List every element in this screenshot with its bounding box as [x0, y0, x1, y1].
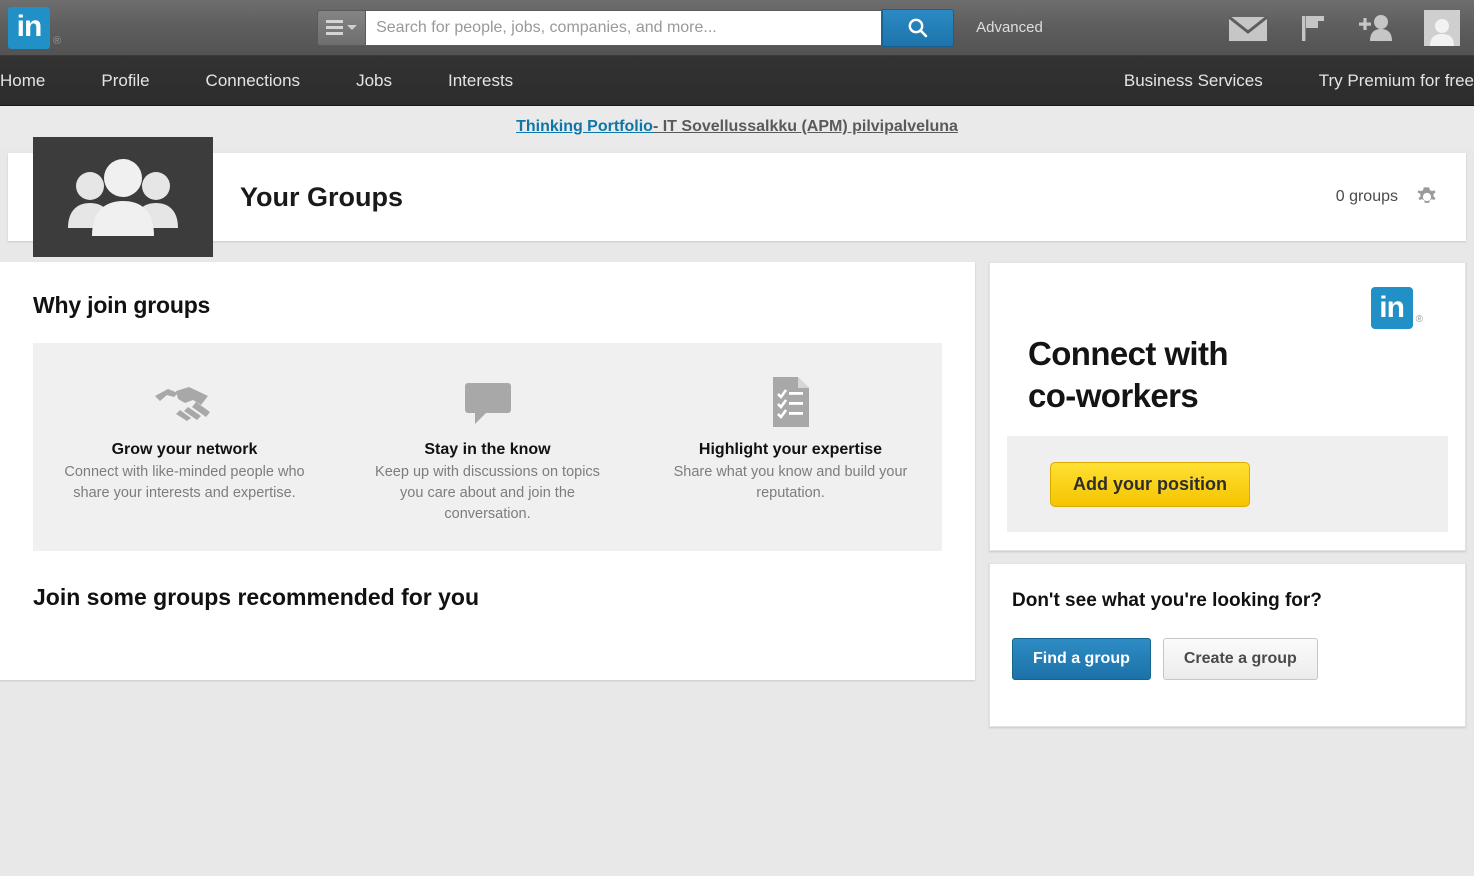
- benefit-stay-in-know: Stay in the know Keep up with discussion…: [336, 371, 639, 525]
- recommended-groups-title: Join some groups recommended for you: [33, 584, 480, 610]
- nav-item-connections[interactable]: Connections: [178, 56, 329, 106]
- lookup-title: Don't see what you're looking for?: [1012, 590, 1322, 611]
- connect-coworkers-ad[interactable]: in ® Connect with co-workers Learn more …: [989, 262, 1466, 551]
- benefits-panel: Grow your network Connect with like-mind…: [33, 343, 942, 551]
- benefit-description: Share what you know and build your reput…: [673, 464, 908, 501]
- ad-cta-strip: Add your position: [1007, 436, 1448, 532]
- benefit-description: Connect with like-minded people who shar…: [64, 464, 305, 501]
- hamburger-icon: [326, 20, 344, 35]
- gear-icon[interactable]: [1414, 184, 1440, 210]
- sponsored-banner-text: - IT Sovellussalkku (APM) pilvipalveluna: [652, 118, 958, 135]
- add-connection-icon[interactable]: [1358, 13, 1394, 43]
- nav-right-group: Business Services Try Premium for free: [1096, 56, 1474, 106]
- group-people-icon: [33, 137, 213, 257]
- benefit-description: Keep up with discussions on topics you c…: [375, 464, 600, 522]
- nav-item-home[interactable]: Home: [0, 56, 73, 106]
- nav-item-business-services[interactable]: Business Services: [1096, 56, 1291, 106]
- nav-item-interests[interactable]: Interests: [420, 56, 541, 106]
- create-a-group-button[interactable]: Create a group: [1162, 638, 1318, 680]
- global-nav-bar: in ® Advanced: [0, 0, 1474, 56]
- registered-mark: ®: [1415, 314, 1423, 325]
- nav-icon-group: [1228, 9, 1474, 46]
- benefit-title: Highlight your expertise: [698, 441, 883, 458]
- benefit-grow-network: Grow your network Connect with like-mind…: [33, 371, 336, 525]
- nav-item-profile[interactable]: Profile: [73, 56, 177, 106]
- sponsored-banner[interactable]: Thinking Portfolio - IT Sovellussalkku (…: [0, 106, 1474, 148]
- benefit-title: Grow your network: [111, 441, 258, 458]
- group-lookup-card: Don't see what you're looking for? Find …: [989, 563, 1466, 727]
- checklist-document-icon: [653, 371, 928, 433]
- speech-bubble-icon: [350, 371, 625, 433]
- why-join-groups-title: Why join groups: [33, 292, 211, 318]
- content-row: Why join groups Grow your network Connec…: [0, 241, 1474, 727]
- ad-headline-line1: Connect with: [1028, 335, 1229, 372]
- search-scope-dropdown[interactable]: [317, 9, 366, 46]
- ad-headline: Connect with co-workers: [1028, 333, 1427, 417]
- sponsored-banner-link[interactable]: Thinking Portfolio: [516, 118, 653, 136]
- handshake-icon: [47, 371, 322, 433]
- benefit-title: Stay in the know: [424, 441, 551, 458]
- ad-headline-line2: co-workers: [1028, 377, 1199, 414]
- groups-meta: 0 groups: [1336, 184, 1466, 210]
- chevron-down-icon: [347, 25, 358, 30]
- registered-mark: ®: [53, 35, 62, 47]
- nav-item-jobs[interactable]: Jobs: [328, 56, 420, 106]
- why-join-groups-card: Why join groups Grow your network Connec…: [0, 262, 975, 680]
- search-input[interactable]: [365, 9, 883, 46]
- linkedin-logo[interactable]: in: [8, 6, 50, 49]
- linkedin-logo-small: in: [1370, 287, 1413, 329]
- person-icon: [1430, 18, 1454, 46]
- benefit-highlight-expertise: Highlight your expertise Share what you …: [639, 371, 942, 525]
- page-title: Your Groups: [240, 181, 404, 212]
- find-a-group-button[interactable]: Find a group: [1012, 638, 1151, 680]
- search-button[interactable]: [882, 8, 955, 47]
- groups-count: 0 groups: [1335, 188, 1398, 205]
- ad-linkedin-logo: in ®: [1370, 287, 1423, 329]
- advanced-search-link[interactable]: Advanced: [976, 19, 1043, 36]
- add-position-button[interactable]: Add your position: [1050, 461, 1250, 507]
- primary-navigation: Home Profile Connections Jobs Interests …: [0, 56, 1474, 106]
- lookup-buttons: Find a group Create a group: [1012, 638, 1443, 680]
- right-rail: in ® Connect with co-workers Learn more …: [989, 262, 1466, 727]
- notifications-flag-icon[interactable]: [1298, 13, 1328, 43]
- profile-avatar[interactable]: [1424, 9, 1460, 46]
- groups-header: Your Groups 0 groups: [8, 137, 1466, 257]
- page-body: Your Groups 0 groups Why join groups Gro…: [0, 137, 1474, 876]
- search-cluster: Advanced: [317, 8, 1043, 47]
- messages-icon[interactable]: [1228, 14, 1268, 42]
- nav-item-try-premium[interactable]: Try Premium for free: [1291, 56, 1474, 106]
- search-icon: [908, 18, 928, 37]
